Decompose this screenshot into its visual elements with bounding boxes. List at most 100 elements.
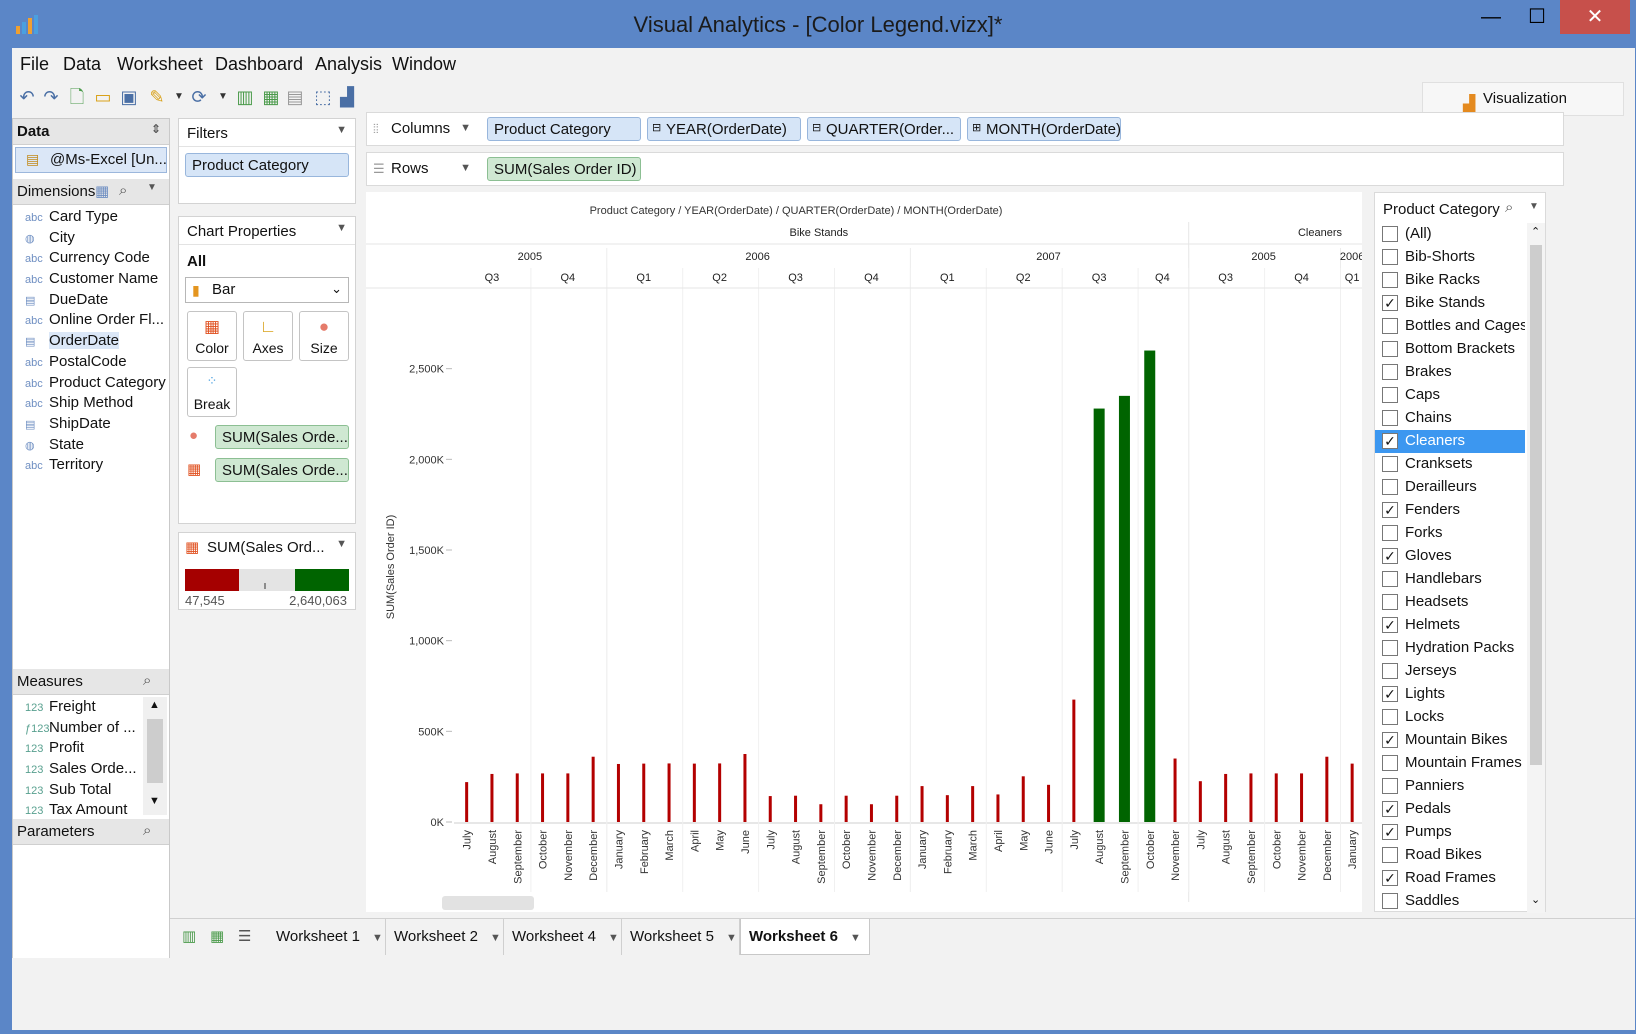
filter-card-scrollbar[interactable]: ⌃ ⌄ — [1527, 223, 1545, 913]
measure-field[interactable]: 123 Profit — [13, 738, 141, 759]
checkbox-icon[interactable] — [1382, 249, 1398, 265]
filter-option[interactable]: Cranksets — [1375, 453, 1525, 476]
select-icon[interactable]: ⬚ — [312, 86, 334, 108]
scroll-up-icon[interactable]: ⌃ — [1531, 225, 1540, 238]
dimension-field[interactable]: abc Card Type — [13, 207, 169, 228]
close-button[interactable]: ✕ — [1560, 0, 1630, 34]
filter-menu-icon[interactable]: ▼ — [1529, 201, 1539, 212]
checkbox-checked-icon[interactable]: ✓ — [1382, 732, 1398, 748]
filter-option[interactable]: Headsets — [1375, 591, 1525, 614]
save-icon[interactable]: ▣ — [118, 86, 140, 108]
collapse-icon[interactable]: ⊟ — [812, 121, 821, 134]
filter-card-scroll-thumb[interactable] — [1530, 245, 1542, 765]
filter-option[interactable]: Bib-Shorts — [1375, 246, 1525, 269]
axes-button[interactable]: ∟ Axes — [243, 311, 293, 361]
color-encoding-pill[interactable]: SUM(Sales Orde... — [215, 458, 349, 482]
tab-list-icon[interactable]: ☰ — [238, 927, 251, 945]
scroll-down-icon[interactable]: ⌄ — [1531, 893, 1540, 906]
column-pill-product-category[interactable]: Product Category — [487, 117, 641, 141]
filter-option[interactable]: ✓ Gloves — [1375, 545, 1525, 568]
measure-field[interactable]: 123 Freight — [13, 697, 141, 718]
filter-option[interactable]: Caps — [1375, 384, 1525, 407]
tab-menu-icon[interactable]: ▼ — [372, 932, 383, 944]
dimension-field[interactable]: abc Online Order Fl... — [13, 310, 169, 331]
measure-field[interactable]: ƒ123 Number of ... — [13, 718, 141, 739]
filter-option[interactable]: Bike Racks — [1375, 269, 1525, 292]
column-pill-year[interactable]: ⊟ YEAR(OrderDate) — [647, 117, 801, 141]
new-worksheet-tab-icon[interactable]: ▥ — [182, 927, 196, 945]
filter-option[interactable]: ✓ Helmets — [1375, 614, 1525, 637]
paint-icon[interactable]: ✎ — [146, 86, 168, 108]
filter-option[interactable]: Road Bikes — [1375, 844, 1525, 867]
checkbox-checked-icon[interactable]: ✓ — [1382, 617, 1398, 633]
menu-dashboard[interactable]: Dashboard — [215, 54, 303, 75]
table-view-icon[interactable]: ▦ — [95, 182, 109, 200]
sheet-tab[interactable]: Worksheet 2 ▼ — [386, 919, 504, 955]
rows-menu-icon[interactable]: ▼ — [460, 162, 471, 174]
tab-menu-icon[interactable]: ▼ — [490, 932, 501, 944]
filter-option[interactable]: (All) — [1375, 223, 1525, 246]
filter-option[interactable]: Handlebars — [1375, 568, 1525, 591]
checkbox-icon[interactable] — [1382, 479, 1398, 495]
redo-icon[interactable]: ↷ — [40, 86, 62, 108]
chart-icon[interactable]: ▤ — [284, 86, 306, 108]
menu-window[interactable]: Window — [392, 54, 456, 75]
refresh-dropdown-icon[interactable]: ▼ — [212, 86, 234, 108]
collapse-icon[interactable]: ⊟ — [652, 121, 661, 134]
export-icon[interactable]: ▟ — [336, 86, 358, 108]
menu-data[interactable]: Data — [63, 54, 101, 75]
chart-properties-menu-icon[interactable]: ▼ — [336, 222, 347, 234]
filters-menu-icon[interactable]: ▼ — [336, 124, 347, 136]
sort-icon[interactable]: ⇕ — [151, 122, 161, 136]
new-dashboard-icon[interactable]: ▦ — [260, 86, 282, 108]
checkbox-checked-icon[interactable]: ✓ — [1382, 870, 1398, 886]
filter-option[interactable]: ✓ Lights — [1375, 683, 1525, 706]
color-button[interactable]: ▦ Color — [187, 311, 237, 361]
menu-worksheet[interactable]: Worksheet — [117, 54, 203, 75]
filter-option[interactable]: ✓ Pumps — [1375, 821, 1525, 844]
dimension-field[interactable]: abc PostalCode — [13, 352, 169, 373]
maximize-button[interactable]: ☐ — [1514, 0, 1560, 34]
color-legend-menu-icon[interactable]: ▼ — [336, 538, 347, 550]
column-pill-month[interactable]: ⊞ MONTH(OrderDate) — [967, 117, 1121, 141]
sheet-tab[interactable]: Worksheet 4 ▼ — [504, 919, 622, 955]
minimize-button[interactable]: — — [1468, 0, 1514, 34]
checkbox-icon[interactable] — [1382, 778, 1398, 794]
datasource-item[interactable]: ▤ @Ms-Excel [Un... — [15, 147, 167, 173]
checkbox-icon[interactable] — [1382, 755, 1398, 771]
dimensions-menu-icon[interactable]: ▼ — [147, 182, 157, 193]
filter-pill-product-category[interactable]: Product Category — [185, 153, 349, 177]
new-file-icon[interactable]: 🗋 — [66, 86, 88, 108]
filter-option[interactable]: Locks — [1375, 706, 1525, 729]
filter-option[interactable]: Panniers — [1375, 775, 1525, 798]
filter-option[interactable]: Forks — [1375, 522, 1525, 545]
checkbox-icon[interactable] — [1382, 640, 1398, 656]
checkbox-icon[interactable] — [1382, 893, 1398, 909]
filter-option[interactable]: Bottles and Cages — [1375, 315, 1525, 338]
new-worksheet-icon[interactable]: ▥ — [234, 86, 256, 108]
size-button[interactable]: ● Size — [299, 311, 349, 361]
filter-option[interactable]: ✓ Road Frames — [1375, 867, 1525, 890]
scroll-down-icon[interactable]: ▼ — [149, 795, 160, 807]
dimension-field[interactable]: ◍ City — [13, 228, 169, 249]
filter-option[interactable]: Chains — [1375, 407, 1525, 430]
tab-menu-icon[interactable]: ▼ — [608, 932, 619, 944]
checkbox-icon[interactable] — [1382, 318, 1398, 334]
filter-option[interactable]: ✓ Bike Stands — [1375, 292, 1525, 315]
checkbox-icon[interactable] — [1382, 525, 1398, 541]
measure-field[interactable]: 123 Sales Orde... — [13, 759, 141, 780]
paint-dropdown-icon[interactable]: ▼ — [168, 86, 190, 108]
scroll-up-icon[interactable]: ▲ — [149, 699, 160, 711]
undo-icon[interactable]: ↶ — [16, 86, 38, 108]
dimension-field[interactable]: ◍ State — [13, 435, 169, 456]
filter-option[interactable]: Jerseys — [1375, 660, 1525, 683]
measures-scrollbar[interactable]: ▲ ▼ — [143, 697, 167, 815]
open-folder-icon[interactable]: ▭ — [92, 86, 114, 108]
checkbox-checked-icon[interactable]: ✓ — [1382, 295, 1398, 311]
menu-analysis[interactable]: Analysis — [315, 54, 382, 75]
checkbox-icon[interactable] — [1382, 456, 1398, 472]
filter-option[interactable]: ✓ Pedals — [1375, 798, 1525, 821]
checkbox-icon[interactable] — [1382, 663, 1398, 679]
filter-option[interactable]: Mountain Frames — [1375, 752, 1525, 775]
checkbox-icon[interactable] — [1382, 594, 1398, 610]
